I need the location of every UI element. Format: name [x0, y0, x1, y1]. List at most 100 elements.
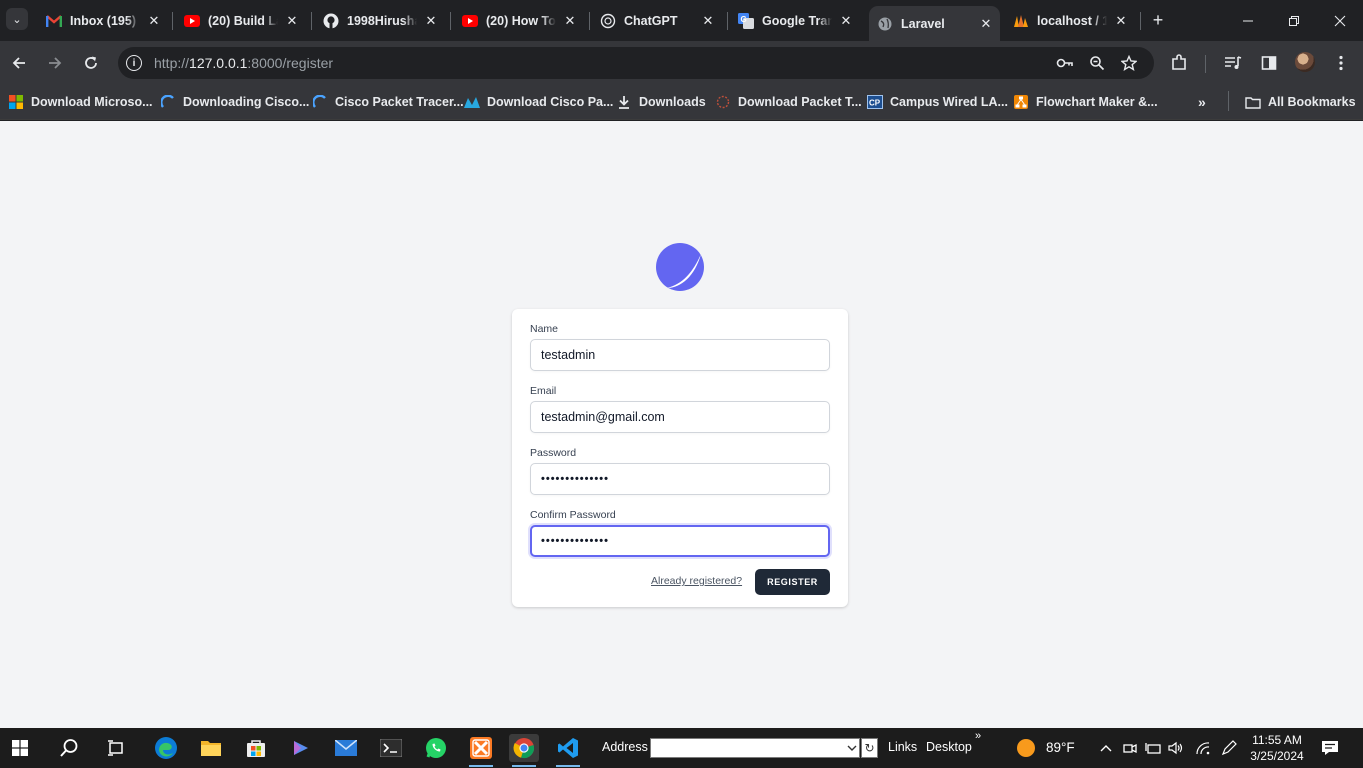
url-text[interactable]: http://127.0.0.1:8000/register — [154, 55, 333, 71]
cp-icon: CP — [867, 94, 883, 110]
whatsapp-icon[interactable] — [421, 734, 451, 762]
register-card: Name testadmin Email testadmin@gmail.com… — [512, 309, 848, 607]
tab-title: Laravel — [901, 16, 945, 31]
name-input[interactable]: testadmin — [530, 339, 830, 371]
weather-temperature[interactable]: 89°F — [1046, 740, 1075, 755]
close-icon[interactable]: ✕ — [700, 13, 716, 29]
tab-chatgpt[interactable]: ChatGPT ✕ — [600, 0, 720, 41]
more-bookmarks-chevron-icon[interactable]: » — [1198, 93, 1206, 111]
chevron-up-icon[interactable] — [1096, 738, 1116, 758]
toolbar-divider — [1205, 55, 1206, 73]
side-panel-icon[interactable] — [1258, 52, 1280, 74]
links-toolbar[interactable]: Links — [888, 740, 917, 754]
all-bookmarks-button[interactable]: All Bookmarks — [1245, 93, 1356, 111]
gmail-icon — [46, 13, 62, 29]
file-explorer-icon[interactable] — [196, 734, 226, 762]
minimize-button[interactable] — [1225, 0, 1271, 41]
weather-sun-icon[interactable] — [1016, 738, 1036, 758]
bookmark-download-packet-t[interactable]: Download Packet T... — [715, 93, 862, 111]
microsoft-store-icon[interactable] — [241, 734, 271, 762]
confirm-password-input[interactable]: •••••••••••••• — [530, 525, 830, 557]
close-icon[interactable]: ✕ — [423, 13, 439, 29]
bookmark-flowchart-maker[interactable]: Flowchart Maker &... — [1013, 93, 1158, 111]
media-control-icon[interactable] — [1222, 52, 1244, 74]
bookmark-label: Downloads — [639, 95, 706, 109]
tab-github[interactable]: 1998Hirusha ✕ — [323, 0, 443, 41]
confirm-password-label: Confirm Password — [530, 509, 616, 521]
svg-text:G: G — [741, 15, 747, 24]
back-button[interactable] — [6, 50, 32, 76]
refresh-icon[interactable]: ↻ — [861, 738, 878, 758]
bookmark-label: Download Packet T... — [738, 95, 862, 109]
start-windows-icon[interactable] — [5, 734, 35, 762]
new-tab-button[interactable]: + — [1148, 10, 1168, 30]
key-icon[interactable] — [1056, 54, 1074, 72]
toolbar-overflow-chevron-icon[interactable]: » — [975, 730, 981, 742]
bookmark-campus-wired[interactable]: CP Campus Wired LA... — [867, 93, 1008, 111]
bookmark-label: Downloading Cisco... — [183, 95, 310, 109]
email-input[interactable]: testadmin@gmail.com — [530, 401, 830, 433]
already-registered-link[interactable]: Already registered? — [651, 575, 742, 587]
tab-search-button[interactable]: ⌄ — [6, 8, 28, 30]
site-info-icon[interactable]: i — [126, 55, 142, 71]
tab-divider — [172, 12, 173, 30]
mail-icon[interactable] — [331, 734, 361, 762]
notifications-icon[interactable] — [1320, 738, 1340, 758]
wifi-icon[interactable] — [1193, 738, 1213, 758]
close-icon[interactable]: ✕ — [1113, 13, 1129, 29]
edge-icon[interactable] — [151, 734, 181, 762]
menu-dots-icon[interactable] — [1330, 52, 1352, 74]
chatgpt-icon — [600, 13, 616, 29]
address-toolbar-input[interactable] — [650, 738, 860, 758]
forward-button[interactable] — [42, 50, 68, 76]
bookmark-download-cisco-pa[interactable]: Download Cisco Pa... — [464, 93, 613, 111]
bookmark-star-icon[interactable] — [1120, 54, 1138, 72]
bookmark-downloading-cisco[interactable]: Downloading Cisco... — [160, 93, 309, 111]
task-view-icon[interactable] — [101, 734, 131, 762]
network-icon[interactable] — [1143, 738, 1163, 758]
close-icon[interactable]: ✕ — [562, 13, 578, 29]
bookmark-cisco-packet-tracer[interactable]: Cisco Packet Tracer... — [312, 93, 464, 111]
profile-avatar[interactable] — [1295, 52, 1315, 72]
url-path: :8000/register — [247, 55, 334, 71]
volume-icon[interactable] — [1166, 738, 1186, 758]
bookmark-downloads[interactable]: Downloads — [616, 93, 706, 111]
tab-divider — [1140, 12, 1141, 30]
tab-google-translate[interactable]: G Google Tran ✕ — [738, 0, 858, 41]
close-icon[interactable]: ✕ — [284, 13, 300, 29]
name-label: Name — [530, 323, 559, 335]
tab-title: localhost / 1 — [1037, 13, 1107, 28]
register-button[interactable]: REGISTER — [755, 569, 830, 595]
xampp-icon[interactable] — [466, 734, 496, 767]
github-icon — [323, 13, 339, 29]
system-clock[interactable]: 11:55 AM 3/25/2024 — [1248, 732, 1306, 764]
restore-button[interactable] — [1271, 0, 1317, 41]
close-icon[interactable]: ✕ — [838, 13, 854, 29]
reload-button[interactable] — [78, 50, 104, 76]
meet-now-icon[interactable] — [1120, 738, 1140, 758]
tab-localhost[interactable]: localhost / 1 ✕ — [1013, 0, 1133, 41]
chrome-icon[interactable] — [509, 734, 539, 767]
vscode-icon[interactable] — [553, 734, 583, 767]
zoom-icon[interactable] — [1088, 54, 1106, 72]
bookmark-label: Download Microso... — [31, 95, 153, 109]
pen-icon[interactable] — [1219, 738, 1239, 758]
address-bar[interactable]: i http://127.0.0.1:8000/register — [118, 47, 1154, 79]
search-icon[interactable] — [54, 734, 84, 762]
close-icon[interactable]: ✕ — [978, 16, 994, 32]
desktop-toolbar[interactable]: Desktop — [926, 740, 972, 754]
password-input[interactable]: •••••••••••••• — [530, 463, 830, 495]
tab-laravel[interactable]: Laravel ✕ — [869, 6, 1000, 41]
tab-build-laravel[interactable]: (20) Build La ✕ — [184, 0, 304, 41]
extensions-icon[interactable] — [1168, 52, 1190, 74]
tab-inbox[interactable]: Inbox (195) - ✕ — [44, 0, 166, 41]
terminal-icon[interactable] — [376, 734, 406, 762]
close-window-button[interactable] — [1317, 0, 1363, 41]
tab-how-to[interactable]: (20) How To ✕ — [462, 0, 582, 41]
chevron-down-icon[interactable] — [843, 738, 860, 758]
copilot-icon[interactable] — [286, 734, 316, 762]
cisco-icon — [312, 94, 328, 110]
bookmark-download-microsoft[interactable]: Download Microso... — [8, 93, 153, 111]
packet-tracer-icon — [715, 94, 731, 110]
close-icon[interactable]: ✕ — [146, 13, 162, 29]
